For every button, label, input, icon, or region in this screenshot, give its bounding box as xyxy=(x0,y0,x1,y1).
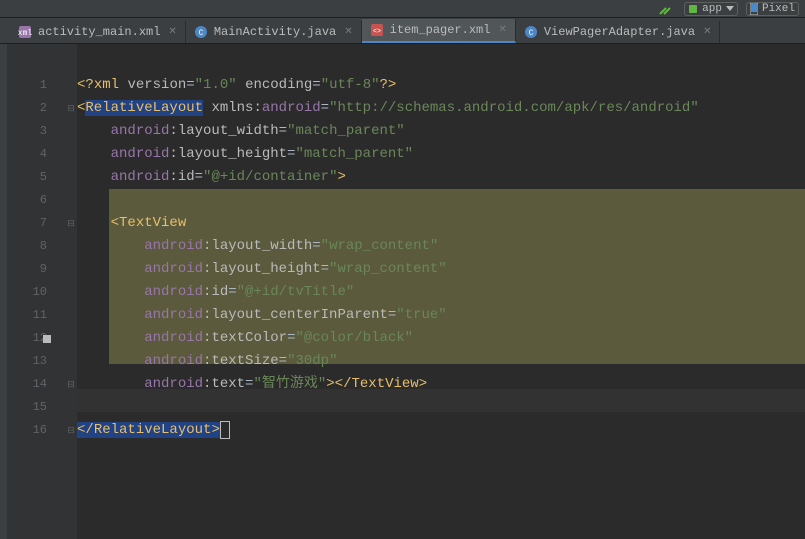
code-line: android:text="智竹游戏"></TextView> xyxy=(77,373,805,396)
editor-area: 1 2 3 4 5 6 7 8 9 10 11 12 13 14 15 16 ⊟… xyxy=(0,44,805,539)
svg-text:C: C xyxy=(198,29,203,38)
line-number: 1 xyxy=(7,74,65,97)
line-number: 6 xyxy=(7,189,65,212)
tab-label: MainActivity.java xyxy=(214,25,336,39)
fold-marker xyxy=(65,281,77,304)
svg-text:C: C xyxy=(528,29,533,38)
code-line xyxy=(77,396,805,419)
line-number: 14 xyxy=(7,373,65,396)
bookmark-icon[interactable] xyxy=(43,335,51,343)
java-class-icon: C xyxy=(194,25,208,39)
line-number: 9 xyxy=(7,258,65,281)
fold-marker xyxy=(65,120,77,143)
close-icon[interactable]: ✕ xyxy=(342,26,352,38)
tab-viewpager-adapter[interactable]: C ViewPagerAdapter.java ✕ xyxy=(516,21,721,43)
editor-tabs: xml activity_main.xml ✕ C MainActivity.j… xyxy=(0,18,805,44)
code-line: android:layout_width="match_parent" xyxy=(77,120,805,143)
line-number-gutter: 1 2 3 4 5 6 7 8 9 10 11 12 13 14 15 16 xyxy=(7,44,65,539)
chevron-down-icon xyxy=(726,6,734,12)
fold-marker xyxy=(65,143,77,166)
code-editor[interactable]: <?xml version="1.0" encoding="utf-8"?> <… xyxy=(77,44,805,539)
code-line: <?xml version="1.0" encoding="utf-8"?> xyxy=(77,74,805,97)
java-class-icon: C xyxy=(524,25,538,39)
fold-marker xyxy=(65,327,77,350)
device-label: Pixel xyxy=(762,3,795,15)
line-number: 13 xyxy=(7,350,65,373)
fold-marker xyxy=(65,74,77,97)
fold-marker xyxy=(65,235,77,258)
fold-marker xyxy=(65,304,77,327)
line-number: 10 xyxy=(7,281,65,304)
code-line: android:id="@+id/tvTitle" xyxy=(77,281,805,304)
left-scrollbar[interactable] xyxy=(0,44,7,539)
code-line: android:id="@+id/container"> xyxy=(77,166,805,189)
fold-marker xyxy=(65,258,77,281)
line-number: 5 xyxy=(7,166,65,189)
line-number: 2 xyxy=(7,97,65,120)
code-line: android:layout_height="match_parent" xyxy=(77,143,805,166)
run-config-label: app xyxy=(702,3,722,15)
fold-marker xyxy=(65,350,77,373)
code-line: android:textColor="@color/black" xyxy=(77,327,805,350)
fold-marker xyxy=(65,166,77,189)
tab-label: item_pager.xml xyxy=(390,23,491,37)
text-cursor xyxy=(220,421,230,439)
fold-end-icon[interactable]: ⊟ xyxy=(65,419,77,442)
code-line: android:layout_centerInParent="true" xyxy=(77,304,805,327)
close-icon[interactable]: ✕ xyxy=(496,24,506,36)
xml-layout-icon: <> xyxy=(370,23,384,37)
tab-label: activity_main.xml xyxy=(38,25,160,39)
line-number: 15 xyxy=(7,396,65,419)
fold-marker xyxy=(65,396,77,419)
code-line: android:layout_width="wrap_content" xyxy=(77,235,805,258)
fold-marker xyxy=(65,189,77,212)
fold-toggle-icon[interactable]: ⊟ xyxy=(65,212,77,235)
device-dropdown[interactable]: Pixel xyxy=(746,2,799,16)
code-line xyxy=(77,189,805,212)
search-action-icon[interactable] xyxy=(654,2,676,16)
line-number: 3 xyxy=(7,120,65,143)
code-line: </RelativeLayout> xyxy=(77,419,805,442)
svg-text:xml: xml xyxy=(18,29,32,38)
close-icon[interactable]: ✕ xyxy=(701,26,711,38)
code-line: <RelativeLayout xmlns:android="http://sc… xyxy=(77,97,805,120)
close-icon[interactable]: ✕ xyxy=(166,26,176,38)
svg-text:<>: <> xyxy=(372,28,380,36)
fold-toggle-icon[interactable]: ⊟ xyxy=(65,97,77,120)
code-line: android:textSize="30dp" xyxy=(77,350,805,373)
line-number: 12 xyxy=(7,327,65,350)
xml-file-icon: xml xyxy=(18,25,32,39)
line-number: 11 xyxy=(7,304,65,327)
line-number: 8 xyxy=(7,235,65,258)
toolbar: app Pixel xyxy=(0,0,805,18)
line-number: 7 xyxy=(7,212,65,235)
tab-label: ViewPagerAdapter.java xyxy=(544,25,695,39)
line-number: 4 xyxy=(7,143,65,166)
code-line: <TextView xyxy=(77,212,805,235)
fold-gutter: ⊟ ⊟ ⊟ ⊟ xyxy=(65,44,77,539)
run-config-dropdown[interactable]: app xyxy=(684,2,738,16)
fold-end-icon[interactable]: ⊟ xyxy=(65,373,77,396)
tab-activity-main[interactable]: xml activity_main.xml ✕ xyxy=(10,21,186,43)
tab-main-activity[interactable]: C MainActivity.java ✕ xyxy=(186,21,362,43)
line-number: 16 xyxy=(7,419,65,442)
code-line: android:layout_height="wrap_content" xyxy=(77,258,805,281)
tab-item-pager[interactable]: <> item_pager.xml ✕ xyxy=(362,19,516,43)
